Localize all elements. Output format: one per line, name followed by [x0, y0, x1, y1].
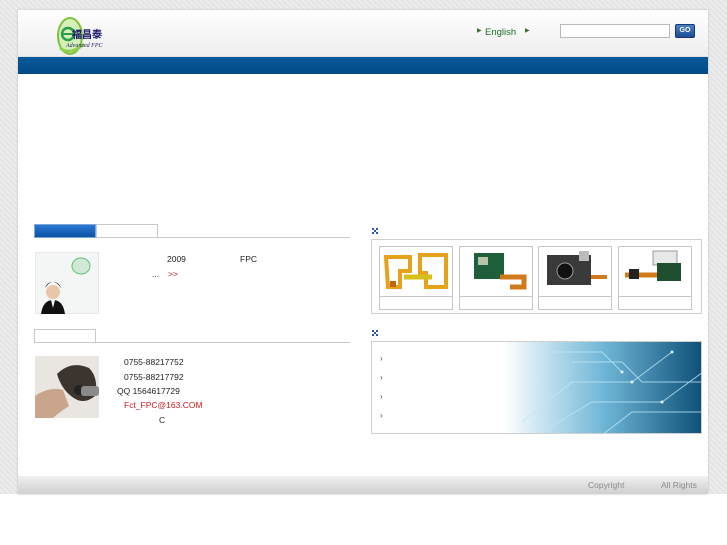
triangle-right-icon: ▶ — [477, 28, 482, 34]
triangle-right-icon: ▶ — [525, 28, 530, 34]
news-bullet[interactable]: › — [380, 392, 383, 401]
headset-photo — [35, 356, 99, 418]
contact-tabbar — [34, 329, 350, 343]
product-item[interactable] — [538, 246, 612, 310]
contact-phone-1: 0755-88217752 — [124, 357, 184, 367]
about-product: FPC — [240, 254, 257, 264]
about-more-link[interactable]: >> — [168, 269, 178, 279]
product-caption — [539, 296, 611, 309]
header: 福昌泰 Advanced FPC ▶ English ▶ GO — [18, 10, 708, 56]
news-bullet[interactable]: › — [380, 411, 383, 420]
contact-extra: C — [159, 415, 166, 425]
person-photo — [35, 252, 99, 314]
about-tabbar — [34, 224, 350, 238]
tab-contact[interactable] — [34, 329, 96, 343]
english-link[interactable]: English — [485, 27, 516, 38]
product-image — [474, 253, 527, 290]
product-image — [625, 250, 681, 281]
product-caption — [460, 296, 532, 309]
logo-chinese-text: 福昌泰 — [72, 30, 102, 41]
about-ellipsis: ... — [152, 269, 160, 279]
news-bullet[interactable]: › — [380, 354, 383, 363]
circuit-background — [372, 342, 701, 433]
product-item[interactable] — [459, 246, 533, 310]
product-caption — [380, 296, 452, 309]
banner-area — [18, 78, 708, 224]
contact-phone-2: 0755-88217792 — [124, 372, 184, 382]
tab-about-inactive[interactable] — [96, 224, 158, 238]
news-box: › › › › — [371, 341, 702, 434]
grid-icon — [372, 330, 378, 336]
news-bullet[interactable]: › — [380, 373, 383, 382]
footer-rights: All Rights — [661, 480, 697, 490]
contact-qq: QQ 1564617729 — [117, 386, 180, 396]
product-image — [383, 253, 448, 289]
footer-copyright: Copyright — [588, 480, 625, 490]
products-box — [371, 239, 702, 314]
product-image — [547, 251, 607, 285]
page-frame: 福昌泰 Advanced FPC ▶ English ▶ GO 2009 FPC… — [18, 10, 708, 494]
contact-email-link[interactable]: Fct_FPC@163.COM — [124, 400, 203, 410]
main-navigation-bar[interactable] — [18, 56, 708, 74]
footer: Copyright All Rights — [18, 476, 708, 494]
product-item[interactable] — [379, 246, 453, 310]
product-item[interactable] — [618, 246, 692, 310]
search-input[interactable] — [560, 24, 670, 38]
about-year: 2009 — [167, 254, 186, 264]
search-go-button[interactable]: GO — [675, 24, 695, 38]
product-caption — [619, 296, 691, 309]
tab-about-active[interactable] — [34, 224, 96, 238]
logo-english-text: Advanced FPC — [66, 43, 103, 49]
grid-icon — [372, 228, 378, 234]
